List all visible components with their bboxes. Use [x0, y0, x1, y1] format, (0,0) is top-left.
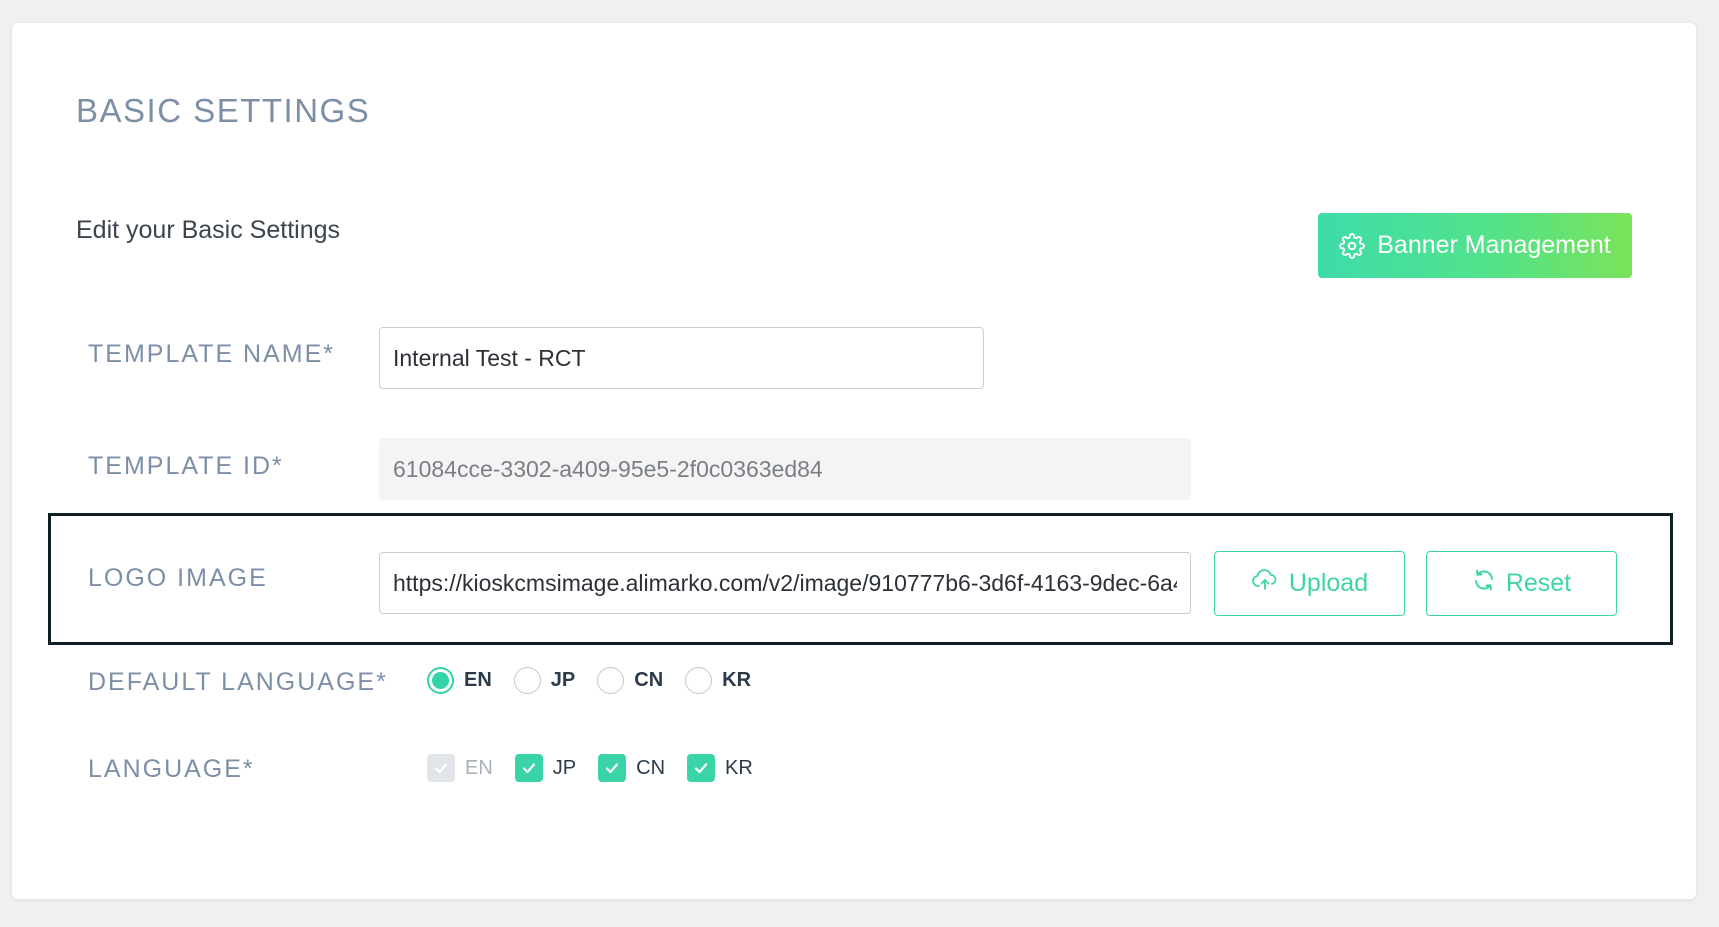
checkbox-option-cn[interactable]: CN: [598, 754, 665, 782]
banner-management-button[interactable]: Banner Management: [1318, 213, 1632, 278]
check-icon: [606, 763, 619, 774]
checkbox-option-kr[interactable]: KR: [687, 754, 753, 782]
radio-option-en[interactable]: EN: [427, 667, 492, 694]
cloud-upload-icon: [1251, 568, 1279, 599]
refresh-icon: [1472, 568, 1496, 599]
radio-label: EN: [464, 669, 492, 691]
checkbox-label: CN: [636, 756, 666, 779]
template-name-label: TEMPLATE NAME*: [88, 340, 336, 368]
template-name-input[interactable]: [379, 327, 984, 389]
radio-option-kr[interactable]: KR: [685, 667, 751, 694]
gear-icon: [1339, 232, 1366, 259]
checkbox[interactable]: [514, 754, 543, 782]
checkbox-option-jp[interactable]: JP: [514, 754, 577, 782]
banner-management-label: Banner Management: [1377, 231, 1611, 259]
radio-button[interactable]: [513, 667, 541, 694]
check-icon: [694, 763, 708, 774]
checkbox: [427, 754, 455, 782]
reset-label: Reset: [1505, 569, 1572, 597]
page-subtitle: Edit your Basic Settings: [76, 216, 341, 244]
default-language-label: DEFAULT LANGUAGE*: [88, 668, 388, 696]
radio-label: KR: [722, 669, 752, 691]
checkbox-label: EN: [465, 756, 493, 779]
radio-button[interactable]: [685, 667, 713, 694]
page-title: BASIC SETTINGS: [76, 92, 371, 129]
check-icon: [522, 763, 535, 774]
upload-button[interactable]: Upload: [1214, 551, 1405, 616]
logo-image-label: LOGO IMAGE: [88, 564, 268, 592]
reset-button[interactable]: Reset: [1426, 551, 1617, 616]
upload-label: Upload: [1288, 569, 1369, 597]
default-language-radio-group: EN JP CN KR: [427, 667, 773, 694]
radio-option-jp[interactable]: JP: [513, 667, 576, 694]
radio-button[interactable]: [427, 667, 454, 694]
radio-label: CN: [634, 669, 664, 691]
radio-label: JP: [550, 669, 576, 691]
template-id-label: TEMPLATE ID*: [88, 452, 284, 480]
logo-image-url-input[interactable]: [379, 552, 1191, 614]
checkbox-label: KR: [725, 756, 753, 779]
radio-button[interactable]: [597, 667, 625, 694]
language-label: LANGUAGE*: [88, 755, 255, 783]
radio-option-cn[interactable]: CN: [597, 667, 663, 694]
checkbox[interactable]: [687, 754, 716, 782]
template-id-input: [379, 438, 1191, 500]
checkbox[interactable]: [598, 754, 627, 782]
checkbox-option-en: EN: [427, 754, 493, 782]
check-icon: [434, 763, 448, 774]
checkbox-label: JP: [552, 756, 577, 779]
language-checkbox-group: EN JP CN KR: [427, 754, 775, 782]
